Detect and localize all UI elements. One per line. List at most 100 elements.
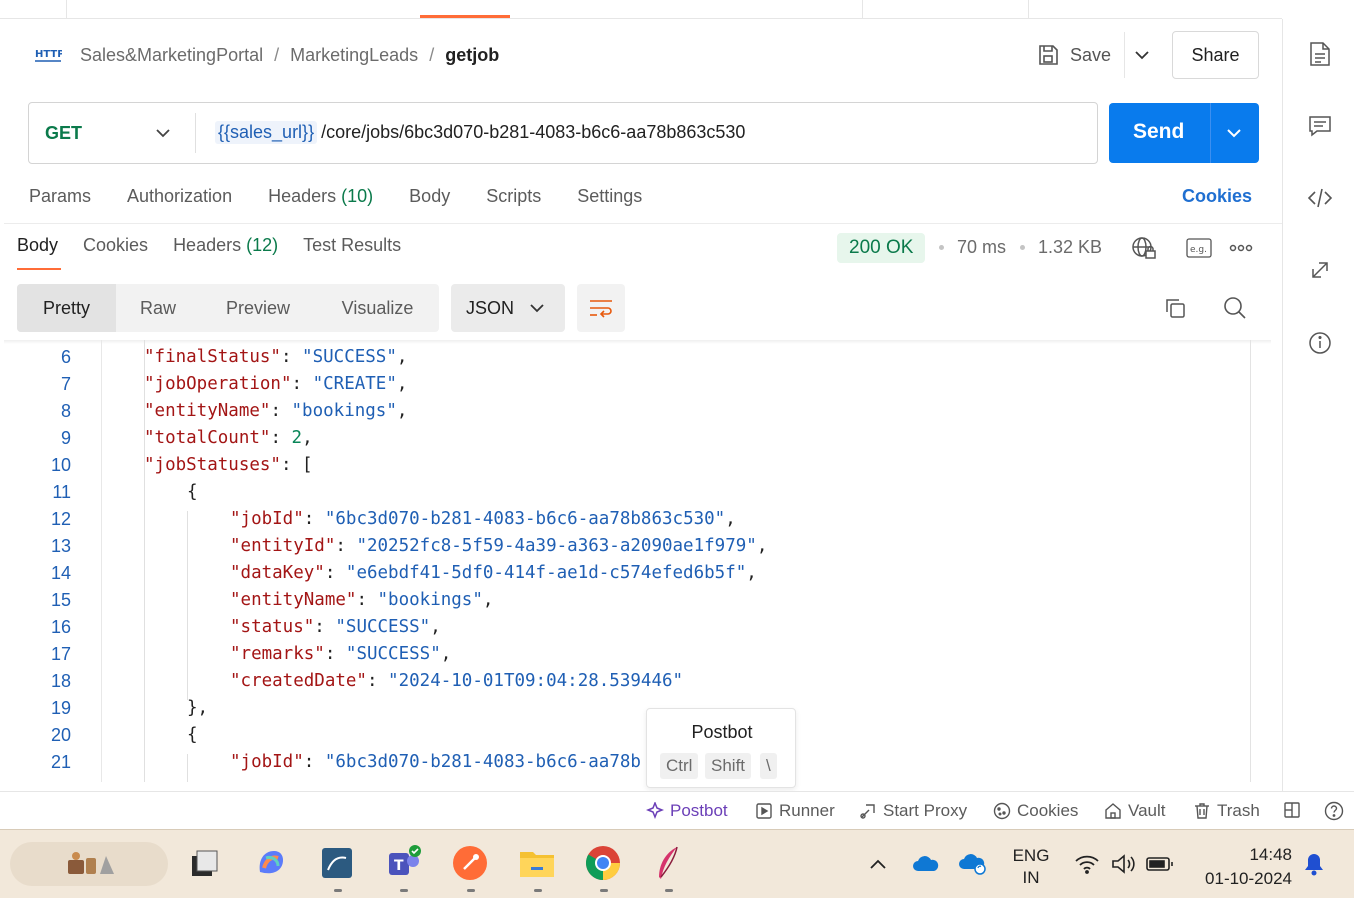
json-punctuation: { <box>187 482 198 502</box>
start-proxy-button[interactable]: Start Proxy <box>859 801 967 821</box>
language-indicator[interactable]: ENG IN <box>1005 845 1057 889</box>
request-name[interactable]: getjob <box>445 45 499 66</box>
cookies-button[interactable]: Cookies <box>993 801 1078 821</box>
onedrive-icon[interactable] <box>910 848 942 880</box>
code-text: }, <box>187 698 208 718</box>
line-number: 20 <box>50 725 71 745</box>
chrome-icon[interactable] <box>585 845 621 881</box>
vault-icon <box>1105 803 1121 819</box>
tab-body[interactable]: Body <box>409 186 450 212</box>
format-select[interactable]: JSON <box>451 284 565 332</box>
tab-settings[interactable]: Settings <box>577 186 642 212</box>
url-variable[interactable]: {{sales_url}} <box>215 121 318 144</box>
response-time[interactable]: 70 ms <box>957 237 1006 258</box>
search-icon[interactable] <box>1221 294 1249 322</box>
copy-icon[interactable] <box>1161 294 1189 322</box>
feather-app-icon[interactable] <box>650 845 686 881</box>
code-line: 8 "entityName": "bookings", <box>4 401 1244 428</box>
save-button[interactable]: Save <box>1036 38 1111 72</box>
network-globe-lock-icon[interactable] <box>1131 236 1157 260</box>
breadcrumb-workspace[interactable]: Sales&MarketingPortal <box>80 45 263 66</box>
json-key: "createdDate" <box>230 671 367 691</box>
vault-button[interactable]: Vault <box>1104 801 1166 821</box>
postman-icon[interactable] <box>452 845 488 881</box>
code-line: 19}, <box>4 698 1244 725</box>
svg-text:T: T <box>394 858 404 874</box>
file-explorer-icon[interactable] <box>519 845 555 881</box>
runner-button[interactable]: Runner <box>755 801 835 821</box>
code-line: 21 "jobId": "6bc3d070-b281-4083-b6c6-aa78… <box>4 752 1244 779</box>
response-size[interactable]: 1.32 KB <box>1038 237 1102 258</box>
running-indicator <box>600 889 608 892</box>
json-key: "finalStatus" <box>144 347 281 367</box>
breadcrumb-collection[interactable]: MarketingLeads <box>290 45 418 66</box>
tab-response-cookies[interactable]: Cookies <box>83 235 148 261</box>
line-number: 14 <box>50 563 71 583</box>
json-punctuation: : [ <box>280 455 313 475</box>
database-app-icon[interactable] <box>319 845 355 881</box>
code-line: 11 { <box>4 482 1244 509</box>
tab-scripts[interactable]: Scripts <box>486 186 541 212</box>
wifi-icon[interactable] <box>1071 848 1103 880</box>
code-text: "jobOperation": "CREATE", <box>144 374 407 394</box>
wrap-lines-button[interactable] <box>577 284 625 332</box>
send-options-chevron-down-icon[interactable] <box>1224 123 1244 143</box>
url-input[interactable]: {{sales_url}} /core/jobs/6bc3d070-b281-4… <box>215 121 745 144</box>
request-tabs: Params Authorization Headers (10) Body S… <box>29 186 678 212</box>
documentation-icon[interactable] <box>1307 41 1333 67</box>
json-string: "e6ebdf41-5df0-414f-ae1d-c574efed6b5f" <box>345 563 747 583</box>
widgets-weather-button[interactable] <box>10 842 168 886</box>
postbot-button[interactable]: Postbot <box>646 801 728 821</box>
code-line: 6 "finalStatus": "SUCCESS", <box>4 347 1244 374</box>
code-text: "jobId": "6bc3d070-b281-4083-b6c6-aa78b8… <box>230 509 736 529</box>
share-button[interactable]: Share <box>1172 31 1259 79</box>
tab-headers-label: Headers <box>268 186 337 206</box>
show-hidden-icons-chevron-up-icon[interactable] <box>862 848 894 880</box>
save-example-icon[interactable]: e.g. <box>1186 236 1212 260</box>
line-number: 10 <box>50 455 71 475</box>
tab-headers[interactable]: Headers (10) <box>268 186 373 212</box>
related-collections-icon[interactable] <box>1307 257 1333 283</box>
teams-icon[interactable]: T <box>385 845 421 881</box>
battery-icon[interactable] <box>1144 848 1176 880</box>
copilot-icon[interactable] <box>253 845 289 881</box>
more-options-icon[interactable] <box>1228 236 1254 260</box>
save-options-chevron-down-icon[interactable] <box>1130 44 1154 66</box>
code-snippet-icon[interactable] <box>1307 185 1333 211</box>
chevron-down-icon[interactable] <box>153 123 173 143</box>
response-body-editor[interactable]: 6 "finalStatus": "SUCCESS", 7 "jobOperation… <box>4 340 1271 782</box>
json-key: "totalCount" <box>144 428 271 448</box>
cookies-link[interactable]: Cookies <box>1182 186 1252 207</box>
tab-raw[interactable]: Raw <box>116 284 200 332</box>
tab-pretty[interactable]: Pretty <box>17 284 116 332</box>
tab-response-headers[interactable]: Headers (12) <box>173 235 278 261</box>
tab-visualize[interactable]: Visualize <box>316 284 439 332</box>
json-punctuation: : <box>270 428 292 448</box>
trash-button[interactable]: Trash <box>1193 801 1260 821</box>
code-text: "jobId": "6bc3d070-b281-4083-b6c6-aa78b <box>230 752 641 772</box>
comments-icon[interactable] <box>1307 113 1333 139</box>
tab-test-results[interactable]: Test Results <box>303 235 401 261</box>
help-icon[interactable] <box>1324 801 1344 821</box>
shortcut-key: Shift <box>705 753 752 779</box>
clock[interactable]: 14:48 01-10-2024 <box>1192 843 1292 891</box>
response-headers-count: (12) <box>246 235 279 255</box>
code-text: "remarks": "SUCCESS", <box>230 644 451 664</box>
onedrive-sync-icon[interactable] <box>957 848 989 880</box>
tab-response-body[interactable]: Body <box>17 235 58 261</box>
notification-bell-icon[interactable] <box>1298 848 1330 880</box>
layout-toggle-icon[interactable] <box>1283 801 1301 819</box>
volume-icon[interactable] <box>1108 848 1140 880</box>
code-line: 10 "jobStatuses": [ <box>4 455 1244 482</box>
status-badge[interactable]: 200 OK <box>837 233 926 263</box>
code-text: "finalStatus": "SUCCESS", <box>144 347 407 367</box>
tab-params[interactable]: Params <box>29 186 91 212</box>
right-sidebar <box>1282 19 1354 791</box>
active-tab-underline <box>17 268 61 270</box>
info-icon[interactable] <box>1307 330 1333 356</box>
method-select[interactable]: GET <box>45 123 82 144</box>
send-button[interactable]: Send <box>1109 103 1259 163</box>
task-view-icon[interactable] <box>186 845 222 881</box>
tab-preview[interactable]: Preview <box>200 284 316 332</box>
tab-authorization[interactable]: Authorization <box>127 186 232 212</box>
